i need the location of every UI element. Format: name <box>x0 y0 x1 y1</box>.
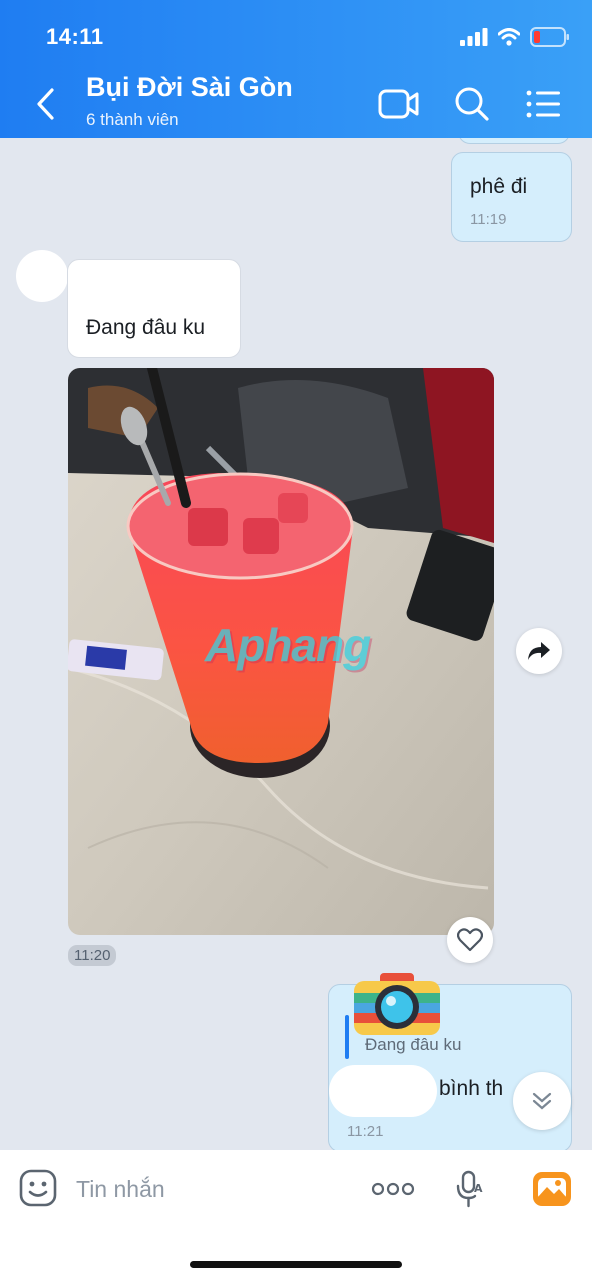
wifi-icon <box>498 28 520 46</box>
gallery-image-icon[interactable] <box>532 1170 572 1208</box>
previous-message-edge <box>458 138 570 144</box>
share-icon[interactable] <box>516 628 562 674</box>
battery-icon <box>530 27 569 47</box>
back-icon[interactable] <box>30 84 66 124</box>
message-time: 11:19 <box>470 211 507 228</box>
signal-icon <box>460 28 488 46</box>
blurred-mention <box>329 1065 437 1117</box>
image-time: 11:20 <box>68 945 117 966</box>
more-options-icon[interactable] <box>370 1176 416 1202</box>
scroll-down-icon[interactable] <box>513 1072 571 1130</box>
quoted-message[interactable]: Đang đâu ku <box>365 1035 461 1055</box>
home-indicator <box>190 1261 402 1268</box>
member-count: 6 thành viên <box>86 110 179 129</box>
menu-list-icon[interactable] <box>522 82 566 126</box>
sent-message[interactable]: phê đi 11:19 <box>451 152 572 242</box>
avatar[interactable] <box>16 250 68 302</box>
like-heart-icon[interactable] <box>447 917 493 963</box>
received-message[interactable]: Đang đâu ku <box>67 259 241 358</box>
message-input-bar: Tin nhắn A <box>0 1150 592 1280</box>
message-text: bình th <box>439 1077 504 1100</box>
chat-area[interactable]: phê đi 11:19 Đang đâu ku Aphang 11:20 Đa… <box>0 138 592 1150</box>
message-text: Đang đâu ku <box>86 316 206 339</box>
group-title[interactable]: Bụi Đời Sài Gòn <box>86 72 293 103</box>
search-icon[interactable] <box>450 82 494 126</box>
reply-indicator <box>345 1015 349 1059</box>
image-watermark: Aphang <box>205 619 371 671</box>
status-time: 14:11 <box>46 24 104 49</box>
message-text: phê đi <box>470 175 528 198</box>
camera-sticker-icon <box>354 973 440 1035</box>
chat-header: 14:11 Bụi Đời Sài Gòn 6 thành viên <box>0 0 592 138</box>
sticker-emoji-icon[interactable] <box>18 1168 58 1208</box>
voice-microphone-icon[interactable]: A <box>454 1170 486 1208</box>
video-call-icon[interactable] <box>377 82 421 126</box>
svg-text:A: A <box>474 1182 483 1195</box>
status-icons <box>460 24 570 50</box>
message-time: 11:21 <box>347 1123 384 1140</box>
message-input[interactable]: Tin nhắn <box>76 1176 165 1203</box>
